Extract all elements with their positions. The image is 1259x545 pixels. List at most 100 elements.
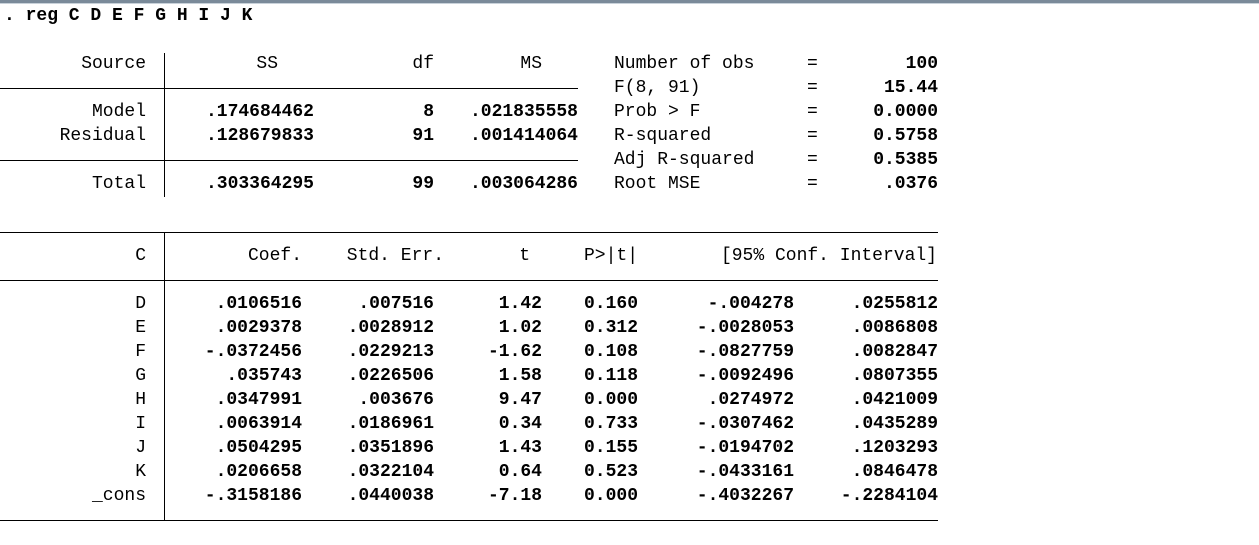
anova-df-residual: 91	[412, 126, 434, 146]
coef-cell-lo: -.0827759	[696, 342, 794, 362]
coef-header-rule-left	[0, 280, 165, 281]
coef-cell-hi: .0435289	[851, 414, 938, 434]
coef-cell-coef: .0029378	[215, 318, 302, 338]
coef-bottom-rule-left	[0, 520, 165, 521]
stat-eq-r2: =	[807, 126, 818, 146]
coef-cell-hi: .1203293	[851, 438, 938, 458]
coef-cell-hi: .0846478	[851, 462, 938, 482]
coef-cell-se: .0351896	[347, 438, 434, 458]
coef-cell-se: .0226506	[347, 366, 434, 386]
anova-total-rule-right	[165, 160, 578, 161]
coef-cell-t: -7.18	[487, 486, 542, 506]
coef-header-ci: [95% Conf. Interval]	[720, 246, 937, 266]
stat-value-probf: 0.0000	[873, 102, 938, 122]
coef-header-se: Std. Err.	[346, 246, 444, 266]
coef-top-rule-right	[165, 232, 938, 233]
coef-header-depvar: C	[135, 246, 146, 266]
coef-cell-t: 9.47	[498, 390, 542, 410]
anova-header-rule-left	[0, 88, 165, 89]
coef-cell-lo: -.0092496	[696, 366, 794, 386]
coef-cell-hi: -.2284104	[840, 486, 938, 506]
anova-header-ss: SS	[256, 54, 278, 74]
stat-eq-f: =	[807, 78, 818, 98]
coef-cell-p: 0.108	[583, 342, 638, 362]
coef-cell-lo: -.0307462	[696, 414, 794, 434]
anova-total-rule-left	[0, 160, 165, 161]
coef-bottom-rule-right	[165, 520, 938, 521]
anova-header-rule-right	[165, 88, 578, 89]
coef-cell-lo: -.0433161	[696, 462, 794, 482]
coef-cell-p: 0.155	[583, 438, 638, 458]
command-line: . reg C D E F G H I J K	[4, 6, 253, 26]
anova-ms-total: .003064286	[469, 174, 578, 194]
coef-cell-se: .0322104	[347, 462, 434, 482]
anova-ss-residual: .128679833	[205, 126, 314, 146]
coef-cell-var: K	[135, 462, 146, 482]
coef-cell-coef: .0504295	[215, 438, 302, 458]
coef-cell-lo: -.0194702	[696, 438, 794, 458]
coef-cell-hi: .0086808	[851, 318, 938, 338]
stat-value-r2: 0.5758	[873, 126, 938, 146]
stat-eq-nobs: =	[807, 54, 818, 74]
coef-cell-hi: .0421009	[851, 390, 938, 410]
coef-cell-var: F	[135, 342, 146, 362]
stat-label-adjr2: Adj R-squared	[614, 150, 755, 170]
anova-header-source: Source	[81, 54, 146, 74]
coef-cell-t: 1.02	[498, 318, 542, 338]
coef-header-rule-right	[165, 280, 938, 281]
stat-label-r2: R-squared	[614, 126, 712, 146]
coef-cell-se: .0440038	[347, 486, 434, 506]
stat-eq-probf: =	[807, 102, 818, 122]
coef-cell-p: 0.312	[583, 318, 638, 338]
coef-cell-var: G	[135, 366, 146, 386]
coef-cell-hi: .0082847	[851, 342, 938, 362]
anova-source-total: Total	[91, 174, 146, 194]
coef-cell-coef: .0063914	[215, 414, 302, 434]
coef-cell-t: 1.43	[498, 438, 542, 458]
stat-label-probf: Prob > F	[614, 102, 701, 122]
coef-cell-t: 0.64	[498, 462, 542, 482]
coef-cell-lo: .0274972	[707, 390, 794, 410]
anova-ss-model: .174684462	[205, 102, 314, 122]
anova-column-divider	[164, 53, 165, 197]
anova-df-model: 8	[423, 102, 434, 122]
coef-cell-var: D	[135, 294, 146, 314]
coef-cell-p: 0.000	[583, 390, 638, 410]
coef-cell-lo: -.004278	[707, 294, 794, 314]
coef-cell-coef: .0106516	[215, 294, 302, 314]
coef-cell-p: 0.523	[583, 462, 638, 482]
stat-label-f: F(8, 91)	[614, 78, 701, 98]
anova-header-df: df	[412, 54, 434, 74]
coef-cell-coef: .0206658	[215, 462, 302, 482]
coef-cell-p: 0.000	[583, 486, 638, 506]
anova-ss-total: .303364295	[205, 174, 314, 194]
coef-cell-var: E	[135, 318, 146, 338]
coef-cell-t: 1.58	[498, 366, 542, 386]
coef-cell-coef: -.0372456	[204, 342, 302, 362]
anova-header-ms: MS	[520, 54, 542, 74]
stat-eq-adjr2: =	[807, 150, 818, 170]
coef-cell-var: H	[135, 390, 146, 410]
coef-cell-lo: -.4032267	[696, 486, 794, 506]
coef-cell-coef: -.3158186	[204, 486, 302, 506]
stat-value-nobs: 100	[905, 54, 938, 74]
stat-value-f: 15.44	[883, 78, 938, 98]
coef-header-p: P>|t|	[583, 246, 638, 266]
coef-cell-hi: .0255812	[851, 294, 938, 314]
stat-eq-rootmse: =	[807, 174, 818, 194]
stat-label-nobs: Number of obs	[614, 54, 755, 74]
coef-header-t: t	[519, 246, 530, 266]
anova-ms-residual: .001414064	[469, 126, 578, 146]
coef-cell-lo: -.0028053	[696, 318, 794, 338]
coef-cell-p: 0.118	[583, 366, 638, 386]
coef-cell-coef: .035743	[226, 366, 302, 386]
stat-label-rootmse: Root MSE	[614, 174, 701, 194]
stat-value-rootmse: .0376	[883, 174, 938, 194]
coef-cell-var: I	[135, 414, 146, 434]
coef-cell-coef: .0347991	[215, 390, 302, 410]
anova-ms-model: .021835558	[469, 102, 578, 122]
coef-cell-t: -1.62	[487, 342, 542, 362]
coef-cell-p: 0.160	[583, 294, 638, 314]
anova-df-total: 99	[412, 174, 434, 194]
coef-column-divider	[164, 233, 165, 521]
